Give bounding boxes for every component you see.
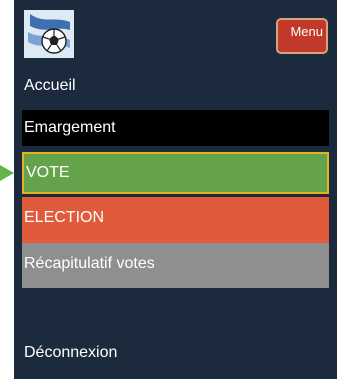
nav-item-recapitulatif-votes[interactable]: Récapitulatif votes	[22, 243, 329, 288]
nav-item-emargement[interactable]: Emargement	[22, 110, 329, 146]
pointer-arrow-icon	[0, 165, 14, 181]
nav-item-deconnexion[interactable]: Déconnexion	[22, 338, 329, 368]
soccer-ball-logo-icon	[24, 10, 74, 58]
nav-item-vote[interactable]: VOTE	[22, 152, 329, 194]
nav-item-accueil[interactable]: Accueil	[22, 72, 329, 100]
nav-item-election[interactable]: ELECTION	[22, 197, 329, 243]
menu-button[interactable]: Menu	[276, 18, 328, 54]
